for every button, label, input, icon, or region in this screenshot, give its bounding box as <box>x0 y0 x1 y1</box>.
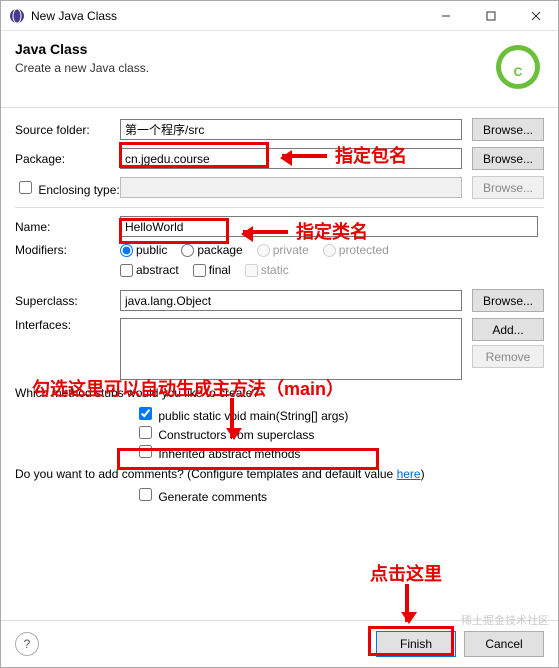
add-interface-button[interactable]: Add... <box>472 318 544 341</box>
interfaces-list[interactable] <box>120 318 462 380</box>
comments-question: Do you want to add comments? (Configure … <box>15 467 544 481</box>
cancel-button[interactable]: Cancel <box>464 631 544 657</box>
configure-link[interactable]: here <box>397 467 421 481</box>
protected-radio: protected <box>323 243 389 257</box>
stubs-question: Which method stubs would you like to cre… <box>15 386 544 400</box>
public-radio[interactable]: public <box>120 243 167 257</box>
inherited-checkbox[interactable]: Inherited abstract methods <box>135 447 300 461</box>
static-checkbox: static <box>245 263 289 277</box>
superclass-input[interactable] <box>120 290 462 311</box>
window-title: New Java Class <box>31 9 423 23</box>
main-method-checkbox[interactable]: public static void main(String[] args) <box>135 409 348 423</box>
package-input[interactable] <box>120 148 462 169</box>
superclass-label: Superclass: <box>15 294 120 308</box>
package-label: Package: <box>15 152 120 166</box>
abstract-checkbox[interactable]: abstract <box>120 263 179 277</box>
header-subtitle: Create a new Java class. <box>15 61 492 75</box>
visibility-radiogroup: public package private protected <box>120 243 389 257</box>
finish-button[interactable]: Finish <box>376 631 456 657</box>
maximize-button[interactable] <box>468 1 513 30</box>
package-radio[interactable]: package <box>181 243 242 257</box>
generate-comments-checkbox[interactable]: Generate comments <box>135 490 267 504</box>
browse-package-button[interactable]: Browse... <box>472 147 544 170</box>
modifiers-label: Modifiers: <box>15 243 120 257</box>
enclosing-type-label[interactable]: Enclosing type: <box>15 178 120 197</box>
source-folder-input[interactable] <box>120 119 462 140</box>
header-title: Java Class <box>15 41 492 57</box>
close-button[interactable] <box>513 1 558 30</box>
name-label: Name: <box>15 220 120 234</box>
final-checkbox[interactable]: final <box>193 263 231 277</box>
titlebar: New Java Class <box>1 1 558 31</box>
browse-enclosing-button: Browse... <box>472 176 544 199</box>
class-icon: C <box>492 41 544 93</box>
enclosing-type-checkbox[interactable] <box>19 181 32 194</box>
dialog-header: Java Class Create a new Java class. C <box>1 31 558 108</box>
interfaces-label: Interfaces: <box>15 318 120 332</box>
modifier-checkgroup: abstract final static <box>120 263 289 277</box>
enclosing-type-input <box>120 177 462 198</box>
source-folder-label: Source folder: <box>15 123 120 137</box>
constructors-checkbox[interactable]: Constructors from superclass <box>135 428 314 442</box>
svg-text:C: C <box>514 65 523 79</box>
private-radio: private <box>257 243 309 257</box>
eclipse-icon <box>9 8 25 24</box>
remove-interface-button: Remove <box>472 345 544 368</box>
browse-source-button[interactable]: Browse... <box>472 118 544 141</box>
minimize-button[interactable] <box>423 1 468 30</box>
browse-superclass-button[interactable]: Browse... <box>472 289 544 312</box>
help-button[interactable]: ? <box>15 632 39 656</box>
name-input[interactable] <box>120 216 538 237</box>
